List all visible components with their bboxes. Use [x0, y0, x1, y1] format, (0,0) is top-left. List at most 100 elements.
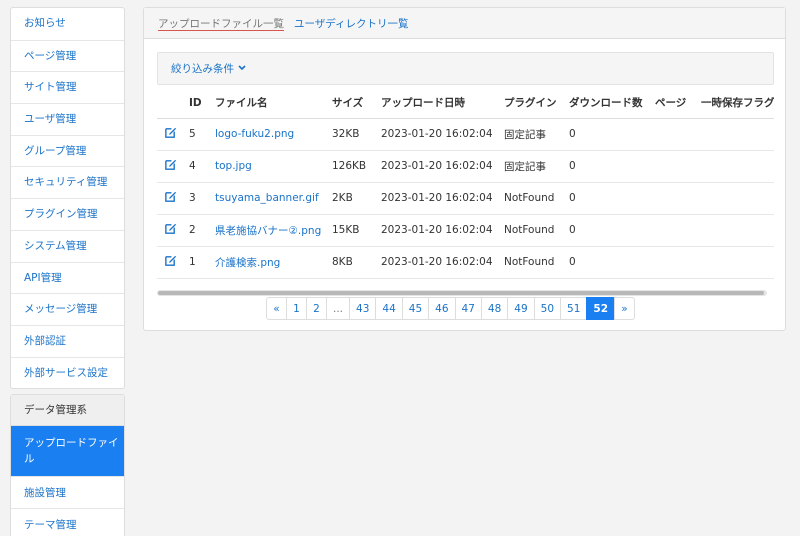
col-header-plugin: プラグイン: [500, 88, 565, 119]
row-temp-flag: [697, 182, 774, 215]
table-row: 4 top.jpg 126KB 2023-01-20 16:02:04 固定記事…: [157, 150, 774, 183]
page-link[interactable]: 45: [401, 297, 430, 320]
sidebar-section-header: データ管理系: [11, 395, 124, 426]
row-temp-flag: [697, 214, 774, 247]
col-header-edit: [157, 88, 185, 119]
col-header-uploaded-at: アップロード日時: [377, 88, 500, 119]
row-plugin: NotFound: [500, 182, 565, 215]
sidebar-item-facilities[interactable]: 施設管理: [11, 476, 124, 508]
row-downloads: 0: [565, 150, 651, 183]
sidebar-item-messages[interactable]: メッセージ管理: [11, 293, 124, 325]
row-id: 2: [185, 214, 211, 247]
row-date: 2023-01-20 16:02:04: [377, 246, 500, 279]
table-row: 3 tsuyama_banner.gif 2KB 2023-01-20 16:0…: [157, 182, 774, 215]
row-downloads: 0: [565, 214, 651, 247]
sidebar-item-external-services[interactable]: 外部サービス設定: [11, 356, 124, 389]
row-page: [651, 150, 697, 183]
file-link[interactable]: logo-fuku2.png: [215, 128, 294, 140]
sidebar-item-notices[interactable]: お知らせ: [11, 8, 124, 40]
files-table: ID ファイル名 サイズ アップロード日時 プラグイン ダウンロード数 ページ …: [157, 88, 774, 279]
page-link[interactable]: 50: [533, 297, 562, 320]
sidebar-item-external-auth[interactable]: 外部認証: [11, 324, 124, 357]
scrollbar-thumb[interactable]: [158, 291, 764, 295]
row-date: 2023-01-20 16:02:04: [377, 150, 500, 183]
pagination: « 1 2 ... 43 44 45 46 47 48 49 50 51 52 …: [266, 297, 636, 320]
sidebar: お知らせ ページ管理 サイト管理 ユーザ管理 グループ管理 セキュリティ管理 プ…: [10, 7, 125, 536]
sidebar-main-group: お知らせ ページ管理 サイト管理 ユーザ管理 グループ管理 セキュリティ管理 プ…: [10, 7, 125, 390]
page-link[interactable]: 49: [507, 297, 535, 320]
row-id: 1: [185, 246, 211, 279]
tab-user-directories[interactable]: ユーザディレクトリ一覧: [294, 16, 409, 31]
page-link[interactable]: 51: [560, 297, 588, 320]
filter-toggle[interactable]: 絞り込み条件: [157, 52, 774, 85]
sidebar-item-users[interactable]: ユーザ管理: [11, 103, 124, 135]
page-link[interactable]: 47: [454, 297, 482, 320]
tab-upload-files[interactable]: アップロードファイル一覧: [158, 16, 284, 31]
sidebar-item-api[interactable]: API管理: [11, 261, 124, 294]
main-panel: アップロードファイル一覧 ユーザディレクトリ一覧 絞り込み条件 ID ファイル名…: [143, 7, 786, 331]
file-link[interactable]: tsuyama_banner.gif: [215, 192, 319, 204]
col-header-downloads: ダウンロード数: [565, 88, 651, 119]
page-link[interactable]: 43: [349, 297, 377, 320]
edit-icon[interactable]: [164, 222, 178, 236]
sidebar-item-security[interactable]: セキュリティ管理: [11, 166, 124, 198]
page-current[interactable]: 52: [586, 297, 616, 320]
page-link[interactable]: 2: [306, 297, 327, 320]
row-plugin: NotFound: [500, 214, 565, 247]
row-size: 32KB: [328, 118, 377, 151]
row-temp-flag: [697, 150, 774, 183]
sidebar-item-system[interactable]: システム管理: [11, 229, 124, 262]
row-plugin: 固定記事: [500, 118, 565, 151]
row-downloads: 0: [565, 182, 651, 215]
page-next[interactable]: »: [614, 297, 636, 320]
row-downloads: 0: [565, 118, 651, 151]
row-page: [651, 118, 697, 151]
chevron-down-icon: [238, 64, 246, 73]
page-link[interactable]: 46: [428, 297, 456, 320]
edit-icon[interactable]: [164, 158, 178, 172]
row-date: 2023-01-20 16:02:04: [377, 214, 500, 247]
sidebar-item-site[interactable]: サイト管理: [11, 71, 124, 103]
edit-icon[interactable]: [164, 190, 178, 204]
row-id: 3: [185, 182, 211, 215]
table-row: 2 県老施協バナー②.png 15KB 2023-01-20 16:02:04 …: [157, 214, 774, 247]
page-link[interactable]: 44: [375, 297, 403, 320]
edit-icon[interactable]: [164, 254, 178, 268]
sidebar-item-groups[interactable]: グループ管理: [11, 134, 124, 167]
horizontal-scrollbar[interactable]: [157, 290, 767, 296]
row-date: 2023-01-20 16:02:04: [377, 182, 500, 215]
row-plugin: 固定記事: [500, 150, 565, 183]
row-page: [651, 246, 697, 279]
files-table-wrapper: ID ファイル名 サイズ アップロード日時 プラグイン ダウンロード数 ページ …: [157, 88, 774, 293]
page-link[interactable]: 48: [480, 297, 509, 320]
row-id: 4: [185, 150, 211, 183]
sidebar-item-uploads[interactable]: アップロードファイル: [11, 426, 124, 476]
sidebar-item-themes[interactable]: テーマ管理: [11, 508, 124, 536]
file-link[interactable]: 介護検索.png: [215, 257, 280, 269]
table-row: 1 介護検索.png 8KB 2023-01-20 16:02:04 NotFo…: [157, 246, 774, 279]
row-plugin: NotFound: [500, 246, 565, 279]
row-page: [651, 214, 697, 247]
page-prev[interactable]: «: [266, 297, 287, 320]
row-temp-flag: [697, 246, 774, 279]
sidebar-data-group: データ管理系 アップロードファイル 施設管理 テーマ管理: [10, 394, 125, 536]
col-header-temp-flag: 一時保存フラグ: [697, 88, 774, 119]
row-page: [651, 182, 697, 215]
sidebar-item-plugins[interactable]: プラグイン管理: [11, 198, 124, 230]
filter-label: 絞り込み条件: [171, 63, 234, 75]
col-header-page: ページ: [651, 88, 697, 119]
row-date: 2023-01-20 16:02:04: [377, 118, 500, 151]
col-header-filename: ファイル名: [211, 88, 328, 119]
sidebar-item-pages[interactable]: ページ管理: [11, 39, 124, 72]
row-size: 126KB: [328, 150, 377, 183]
row-downloads: 0: [565, 246, 651, 279]
file-link[interactable]: top.jpg: [215, 160, 252, 172]
row-size: 2KB: [328, 182, 377, 215]
panel-tabs: アップロードファイル一覧 ユーザディレクトリ一覧: [144, 8, 785, 39]
row-size: 15KB: [328, 214, 377, 247]
file-link[interactable]: 県老施協バナー②.png: [215, 225, 321, 237]
row-size: 8KB: [328, 246, 377, 279]
col-header-id: ID: [185, 88, 211, 119]
edit-icon[interactable]: [164, 126, 178, 140]
page-link[interactable]: 1: [286, 297, 307, 320]
